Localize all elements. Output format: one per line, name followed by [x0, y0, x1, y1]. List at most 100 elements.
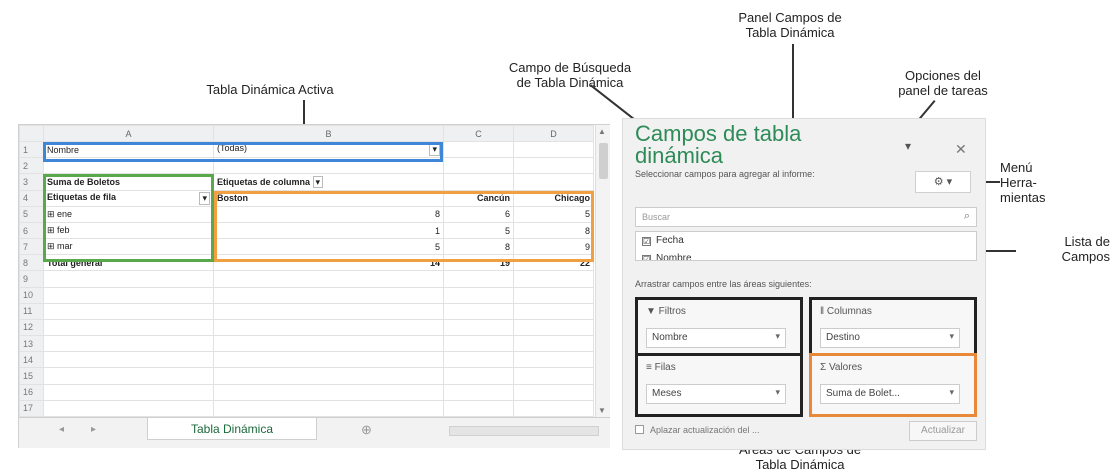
- cell[interactable]: [513, 367, 594, 385]
- cell-a5[interactable]: ⊞ ene: [43, 205, 214, 223]
- cell[interactable]: [513, 351, 594, 369]
- sheet-tab-pivot[interactable]: Tabla Dinámica: [147, 418, 317, 440]
- cell[interactable]: [513, 302, 594, 320]
- field-item[interactable]: ☑ Fecha: [636, 232, 976, 250]
- cell-c6[interactable]: 5: [443, 221, 514, 240]
- chevron-down-icon[interactable]: ▾: [949, 387, 954, 398]
- cell[interactable]: [443, 286, 514, 304]
- defer-checkbox[interactable]: [635, 425, 644, 434]
- cell-d8[interactable]: 22: [513, 254, 594, 272]
- cell[interactable]: [513, 399, 594, 418]
- cell[interactable]: [443, 383, 514, 401]
- columns-area[interactable]: ‖ Columnas Destino ▾: [809, 297, 977, 361]
- cell-d1[interactable]: [513, 141, 594, 159]
- cell-b8[interactable]: 14: [213, 254, 444, 272]
- cell[interactable]: [43, 270, 214, 288]
- cell[interactable]: [43, 383, 214, 401]
- row-number[interactable]: 11: [19, 302, 44, 320]
- row-number[interactable]: 16: [19, 383, 44, 401]
- scroll-thumb[interactable]: [599, 143, 608, 179]
- values-area[interactable]: Σ Valores Suma de Bolet... ▾: [809, 353, 977, 417]
- column-labels-dropdown-icon[interactable]: ▾: [312, 175, 324, 188]
- cell-a8[interactable]: Total general: [43, 254, 214, 272]
- scroll-up-icon[interactable]: ▲: [598, 127, 606, 136]
- row-number[interactable]: 1: [19, 141, 44, 159]
- row-number[interactable]: 4: [19, 189, 44, 207]
- cell-c5[interactable]: 6: [443, 205, 514, 223]
- cell[interactable]: [443, 351, 514, 369]
- cell[interactable]: [443, 318, 514, 337]
- cell-d7[interactable]: 9: [513, 238, 594, 256]
- chevron-down-icon[interactable]: ▾: [775, 331, 780, 342]
- cell[interactable]: [43, 399, 214, 418]
- cell-b4[interactable]: Boston: [213, 189, 444, 207]
- row-number[interactable]: 12: [19, 318, 44, 337]
- row-number[interactable]: 15: [19, 367, 44, 385]
- field-checkbox[interactable]: ☑: [642, 255, 651, 260]
- tab-next-icon[interactable]: ▸: [91, 424, 96, 435]
- cell[interactable]: [43, 351, 214, 369]
- cell-b1[interactable]: (Todas) ▾: [213, 141, 444, 159]
- cell[interactable]: [43, 302, 214, 320]
- row-number[interactable]: 6: [19, 221, 44, 240]
- row-number[interactable]: 5: [19, 205, 44, 223]
- column-header-c[interactable]: C: [443, 124, 514, 143]
- cell-a1[interactable]: Nombre: [43, 141, 214, 159]
- scroll-down-icon[interactable]: ▼: [598, 406, 606, 415]
- cell[interactable]: [513, 335, 594, 353]
- column-header-d[interactable]: D: [513, 124, 594, 143]
- cell-c2[interactable]: [443, 157, 514, 175]
- row-number[interactable]: 9: [19, 270, 44, 288]
- cell[interactable]: [213, 318, 444, 337]
- cell[interactable]: [443, 335, 514, 353]
- cell-c4[interactable]: Cancún: [443, 189, 514, 207]
- cell[interactable]: [213, 351, 444, 369]
- field-item[interactable]: ☑ Nombre: [636, 250, 976, 260]
- select-all-corner[interactable]: [19, 124, 44, 143]
- cell[interactable]: [213, 399, 444, 418]
- cell[interactable]: [513, 318, 594, 337]
- update-button[interactable]: Actualizar: [909, 421, 977, 441]
- cell-a2[interactable]: [43, 157, 214, 175]
- cell-d4[interactable]: Chicago: [513, 189, 594, 207]
- cell-d6[interactable]: 8: [513, 221, 594, 240]
- cell-b3[interactable]: Etiquetas de columna ▾: [213, 173, 444, 191]
- close-icon[interactable]: ✕: [955, 141, 967, 158]
- cell[interactable]: [443, 399, 514, 418]
- cell[interactable]: [43, 335, 214, 353]
- cell-a6[interactable]: ⊞ feb: [43, 221, 214, 240]
- task-options-icon[interactable]: ▾: [905, 139, 911, 153]
- tab-prev-icon[interactable]: ◂: [59, 424, 64, 435]
- row-labels-dropdown-icon[interactable]: ▾: [199, 191, 210, 205]
- columns-field-pill[interactable]: Destino ▾: [820, 328, 960, 348]
- cell-c1[interactable]: [443, 141, 514, 159]
- rows-area[interactable]: ≡ Filas Meses ▾: [635, 353, 803, 417]
- row-number[interactable]: 10: [19, 286, 44, 304]
- cell[interactable]: [513, 383, 594, 401]
- cell[interactable]: [43, 318, 214, 337]
- filters-area[interactable]: ▼ Filtros Nombre ▾: [635, 297, 803, 361]
- cell-b7[interactable]: 5: [213, 238, 444, 256]
- cell-d2[interactable]: [513, 157, 594, 175]
- cell-b2[interactable]: [213, 157, 444, 175]
- values-field-pill[interactable]: Suma de Bolet... ▾: [820, 384, 960, 404]
- cell-c3[interactable]: [443, 173, 514, 191]
- cell-d5[interactable]: 5: [513, 205, 594, 223]
- row-number[interactable]: 7: [19, 238, 44, 256]
- cell[interactable]: [443, 302, 514, 320]
- chevron-down-icon[interactable]: ▾: [949, 331, 954, 342]
- field-search-input[interactable]: Buscar ⌕: [635, 207, 977, 227]
- tools-menu-button[interactable]: ⚙ ▾: [915, 171, 971, 193]
- cell-b6[interactable]: 1: [213, 221, 444, 240]
- filters-field-pill[interactable]: Nombre ▾: [646, 328, 786, 348]
- add-sheet-icon[interactable]: ⊕: [361, 422, 372, 438]
- cell[interactable]: [213, 302, 444, 320]
- cell[interactable]: [43, 286, 214, 304]
- row-number[interactable]: 14: [19, 351, 44, 369]
- chevron-down-icon[interactable]: ▾: [775, 387, 780, 398]
- cell-a4[interactable]: Etiquetas de fila ▾: [43, 189, 214, 207]
- cell[interactable]: [43, 367, 214, 385]
- cell-d3[interactable]: [513, 173, 594, 191]
- cell[interactable]: [213, 367, 444, 385]
- cell-b5[interactable]: 8: [213, 205, 444, 223]
